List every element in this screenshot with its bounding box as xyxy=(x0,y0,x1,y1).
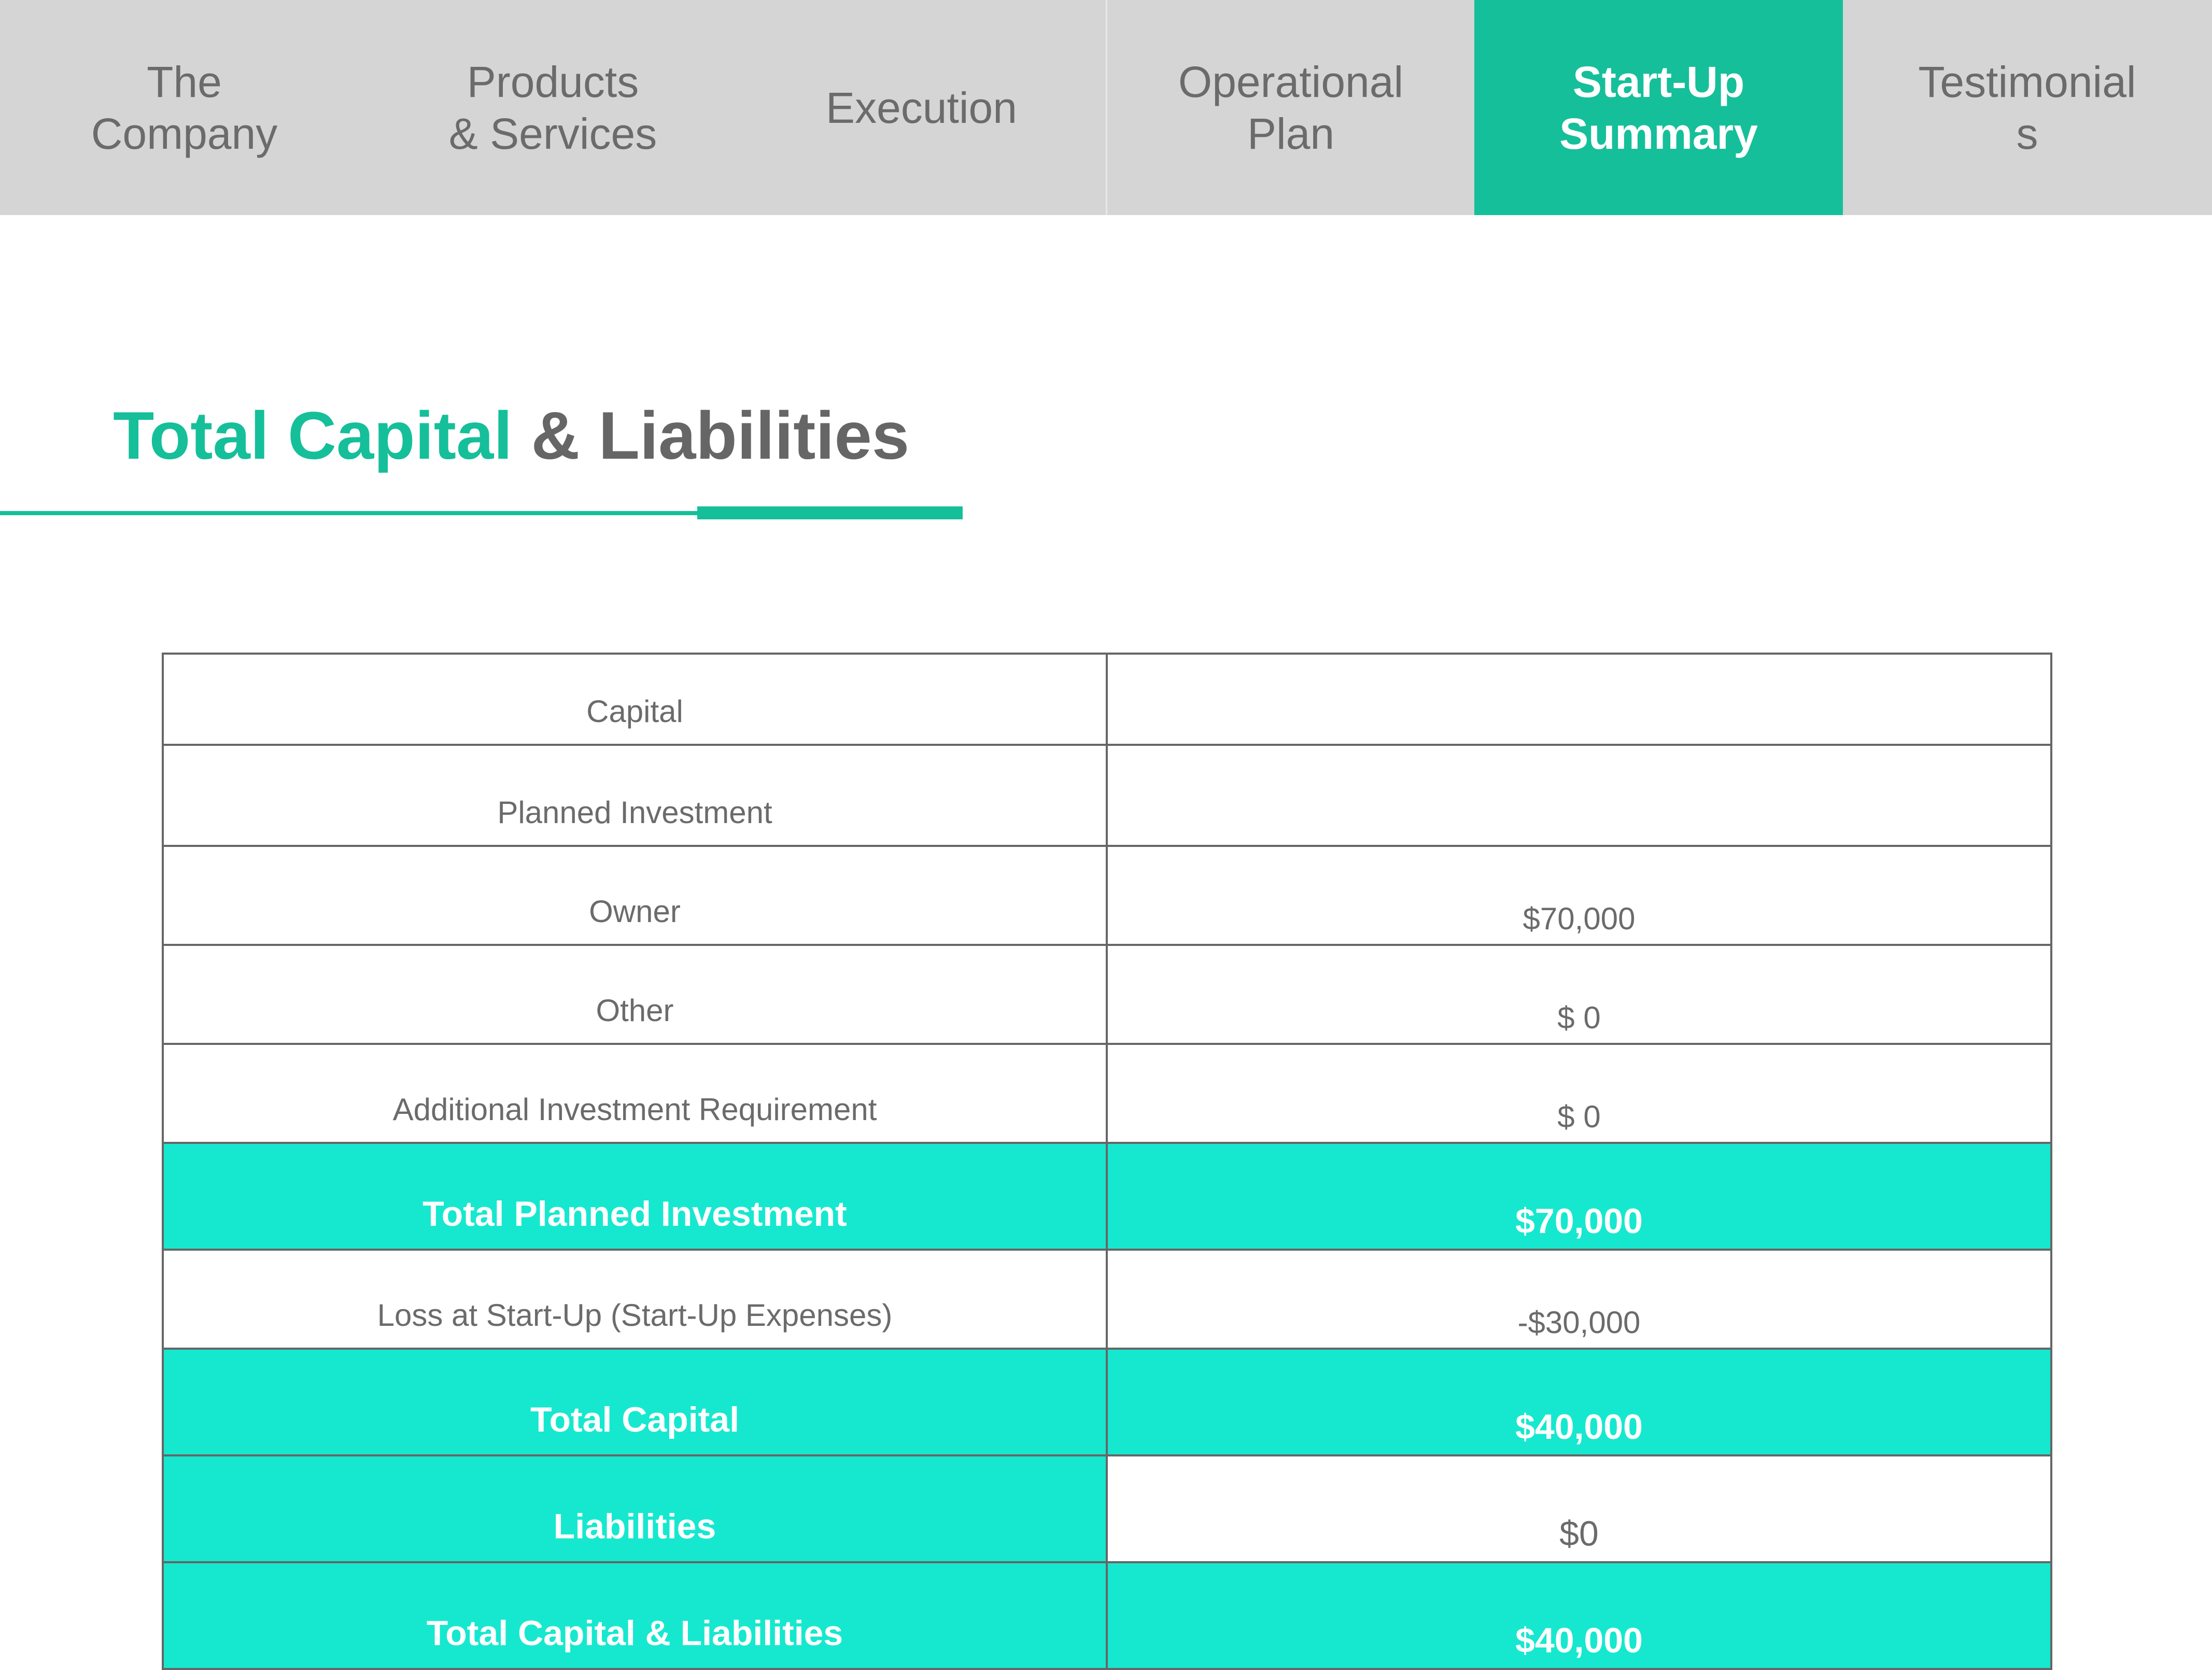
row-label: Loss at Start-Up (Start-Up Expenses) xyxy=(162,1249,1108,1350)
top-navigation: The Company Products & Services Executio… xyxy=(0,0,2212,215)
row-value xyxy=(1106,653,2052,746)
row-label: Other xyxy=(162,944,1108,1045)
table-row: Capital xyxy=(162,653,2052,746)
tab-products-services[interactable]: Products & Services xyxy=(369,0,737,215)
row-value: -$30,000 xyxy=(1106,1249,2052,1350)
row-value: $ 0 xyxy=(1106,1043,2052,1144)
tab-label: Execution xyxy=(826,83,1017,132)
table-row-highlight: Total Planned Investment $70,000 xyxy=(162,1142,2052,1251)
table-row-highlight: Total Capital $40,000 xyxy=(162,1348,2052,1456)
tab-label: The Company xyxy=(91,57,278,158)
tab-operational-plan[interactable]: Operational Plan xyxy=(1106,0,1474,215)
table-row: Loss at Start-Up (Start-Up Expenses) -$3… xyxy=(162,1249,2052,1350)
tab-start-up-summary[interactable]: Start-Up Summary xyxy=(1474,0,1843,215)
row-value: $70,000 xyxy=(1106,845,2052,946)
row-value: $70,000 xyxy=(1106,1142,2052,1251)
title-underline xyxy=(0,511,697,515)
title-underline-accent xyxy=(697,506,963,519)
tab-label: Products & Services xyxy=(448,57,657,158)
row-value: $40,000 xyxy=(1106,1561,2052,1670)
table-row: Liabilities $0 xyxy=(162,1454,2052,1563)
tab-the-company[interactable]: The Company xyxy=(0,0,369,215)
table-row: Planned Investment xyxy=(162,744,2052,847)
row-label: Total Planned Investment xyxy=(162,1142,1108,1251)
tab-label: Testimonial s xyxy=(1918,57,2136,158)
row-value xyxy=(1106,744,2052,847)
row-label: Planned Investment xyxy=(162,744,1108,847)
table-row: Additional Investment Requirement $ 0 xyxy=(162,1043,2052,1144)
row-label: Total Capital & Liabilities xyxy=(162,1561,1108,1670)
page-title-rest: & Liabilities xyxy=(512,398,910,473)
row-label: Owner xyxy=(162,845,1108,946)
tab-label: Operational Plan xyxy=(1178,57,1404,158)
tab-testimonials[interactable]: Testimonial s xyxy=(1843,0,2211,215)
capital-liabilities-table: Capital Planned Investment Owner $70,000… xyxy=(162,653,2052,1670)
page-title-accent: Total Capital xyxy=(113,398,513,473)
row-value: $ 0 xyxy=(1106,944,2052,1045)
tab-execution[interactable]: Execution xyxy=(737,0,1106,215)
row-value: $40,000 xyxy=(1106,1348,2052,1456)
table-row-highlight: Total Capital & Liabilities $40,000 xyxy=(162,1561,2052,1670)
table-row: Owner $70,000 xyxy=(162,845,2052,946)
tab-label: Start-Up Summary xyxy=(1559,57,1758,158)
page-title: Total Capital & Liabilities xyxy=(113,397,909,474)
row-label: Additional Investment Requirement xyxy=(162,1043,1108,1144)
table-row: Other $ 0 xyxy=(162,944,2052,1045)
row-label: Liabilities xyxy=(162,1454,1108,1563)
row-label: Total Capital xyxy=(162,1348,1108,1456)
row-value: $0 xyxy=(1106,1454,2052,1563)
row-label: Capital xyxy=(162,653,1108,746)
